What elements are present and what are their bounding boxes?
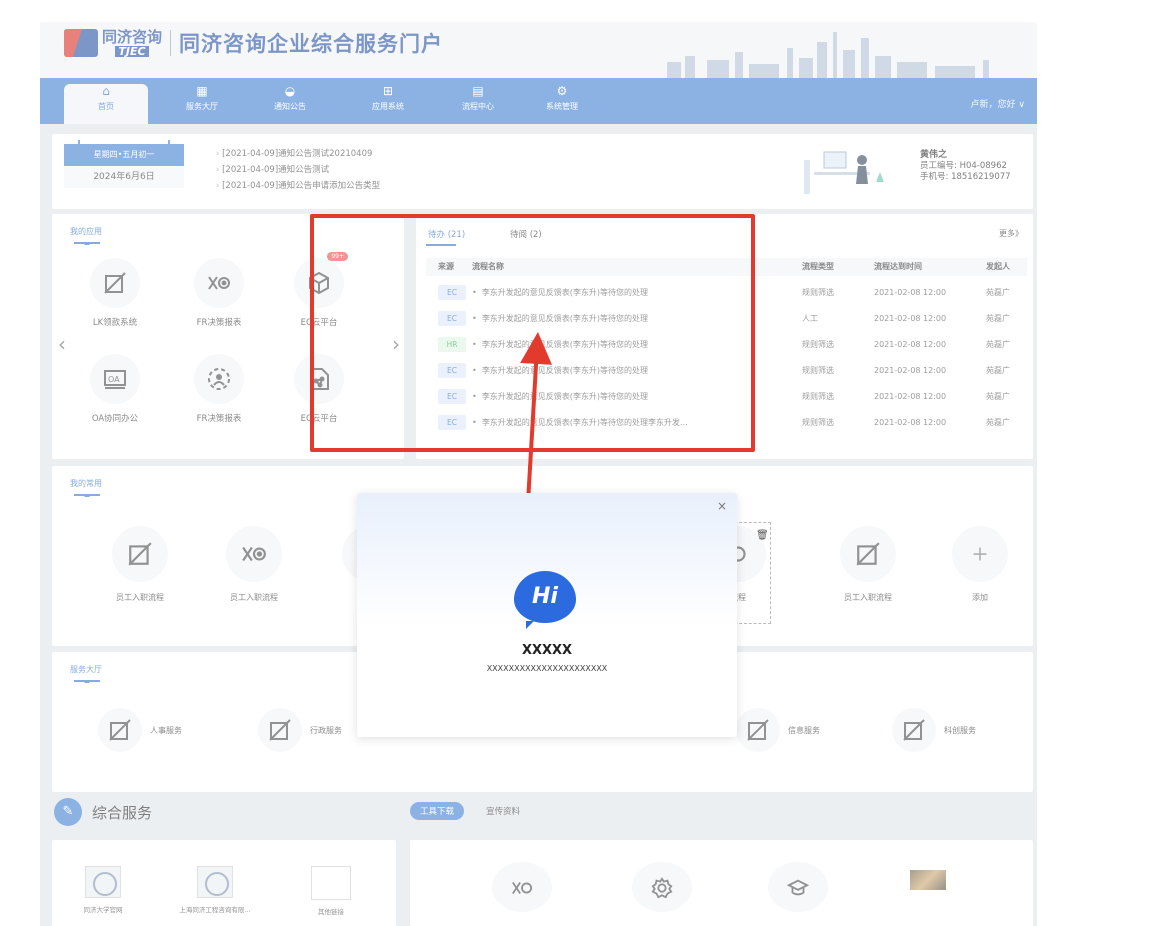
modal-name: XXXXX	[521, 643, 573, 658]
welcome-modal: × Hi XXXXX XXXXXXXXXXXXXXXXXXXXXX	[357, 493, 737, 737]
close-icon[interactable]: ×	[717, 499, 727, 513]
portal-page: 同济咨询 TJEC 同济咨询企业综合服务门户 ⌂ 首页 ▦ 服务大厅 ◒ 通知公告 ⊞…	[40, 22, 1037, 926]
annotation-arrow	[519, 332, 553, 623]
modal-subtitle: XXXXXXXXXXXXXXXXXXXXXX	[486, 664, 608, 673]
hi-chat-icon: Hi	[514, 571, 576, 629]
trash-icon[interactable]: 🗑	[756, 530, 769, 541]
